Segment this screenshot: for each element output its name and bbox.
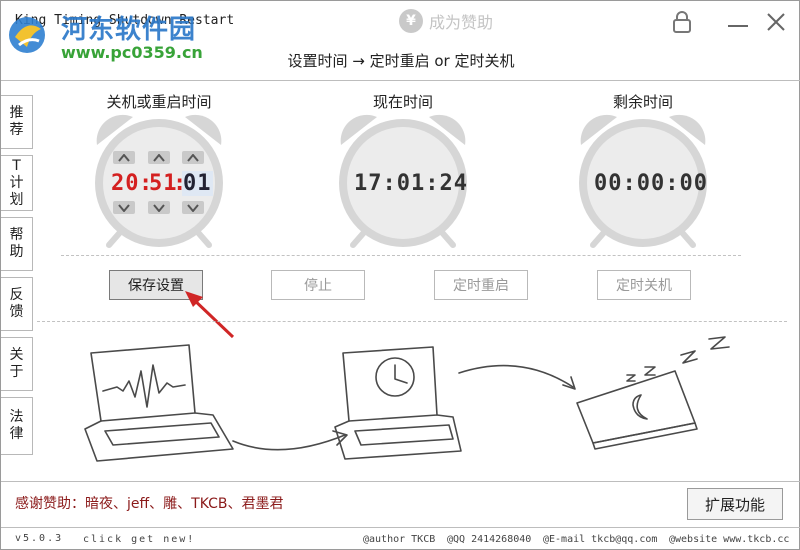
sponsor-thanks: 感谢赞助：暗夜、jeff、雕、TKCB、君墨君 (15, 496, 284, 512)
sidebar-item-t-plan[interactable]: T 计 划 (1, 155, 33, 211)
sidebar-item-legal[interactable]: 法 律 (1, 397, 33, 455)
page-subtitle: 设置时间 → 定时重启 or 定时关机 (287, 52, 515, 70)
minute-down-button[interactable] (148, 201, 170, 214)
timed-shutdown-button[interactable]: 定时关机 (597, 270, 691, 300)
website-link[interactable]: @website www.tkcb.cc (669, 534, 789, 545)
coin-icon: ¥ (399, 9, 423, 33)
close-icon[interactable] (763, 9, 789, 35)
author-label: @author TKCB (363, 534, 436, 545)
get-new-link[interactable]: click get new! (83, 534, 195, 545)
second-up-button[interactable] (182, 151, 204, 164)
hour-down-button[interactable] (113, 201, 135, 214)
sidebar-item-recommend[interactable]: 推 荐 (1, 95, 33, 149)
app-window: King Timing Shutdown Restart 河东软件园 www.p… (0, 0, 800, 550)
title-bar: King Timing Shutdown Restart 河东软件园 www.p… (1, 1, 800, 62)
section-divider (37, 321, 787, 322)
watermark-text: 河东软件园 (61, 15, 197, 45)
sidebar-item-about[interactable]: 关 于 (1, 337, 33, 391)
set-time-title: 关机或重启时间 (106, 93, 212, 111)
sidebar-item-help[interactable]: 帮 助 (1, 217, 33, 271)
status-bar: v5.0.3 click get new! @author TKCB @QQ 2… (1, 527, 800, 550)
stop-button[interactable]: 停止 (271, 270, 365, 300)
sidebar-item-label: T 计 划 (9, 157, 24, 208)
sidebar-item-label: 关 于 (9, 347, 24, 380)
header-divider (1, 80, 800, 81)
version-label: v5.0.3 (15, 533, 64, 544)
shutdown-illustration (84, 336, 730, 462)
current-time-display: 17:01:24 (354, 171, 468, 196)
remaining-time-display: 00:00:00 (594, 171, 708, 196)
email-link[interactable]: @E-mail tkcb@qq.com (543, 534, 657, 545)
remaining-time-title: 剩余时间 (612, 93, 673, 111)
sidebar-item-label: 法 律 (9, 409, 24, 442)
donate-label: 成为赞助 (429, 13, 494, 32)
hour-up-button[interactable] (113, 151, 135, 164)
set-second-field[interactable]: 01 (182, 171, 213, 196)
sidebar-item-label: 推 荐 (9, 105, 24, 138)
clock-divider (61, 255, 741, 256)
extend-features-button[interactable]: 扩展功能 (687, 488, 783, 520)
footer-divider (1, 481, 800, 482)
sidebar-item-label: 反 馈 (9, 287, 24, 320)
minute-up-button[interactable] (148, 151, 170, 164)
second-down-button[interactable] (182, 201, 204, 214)
qq-label: @QQ 2414268040 (447, 534, 532, 545)
timed-restart-button[interactable]: 定时重启 (434, 270, 528, 300)
lock-icon[interactable] (669, 9, 695, 35)
sidebar-item-feedback[interactable]: 反 馈 (1, 277, 33, 331)
current-time-title: 现在时间 (372, 93, 433, 111)
sidebar-item-label: 帮 助 (9, 227, 24, 260)
minimize-icon[interactable] (725, 9, 751, 35)
set-hour-field[interactable]: 20 (111, 171, 140, 196)
donate-button[interactable]: ¥ 成为赞助 (399, 9, 493, 33)
